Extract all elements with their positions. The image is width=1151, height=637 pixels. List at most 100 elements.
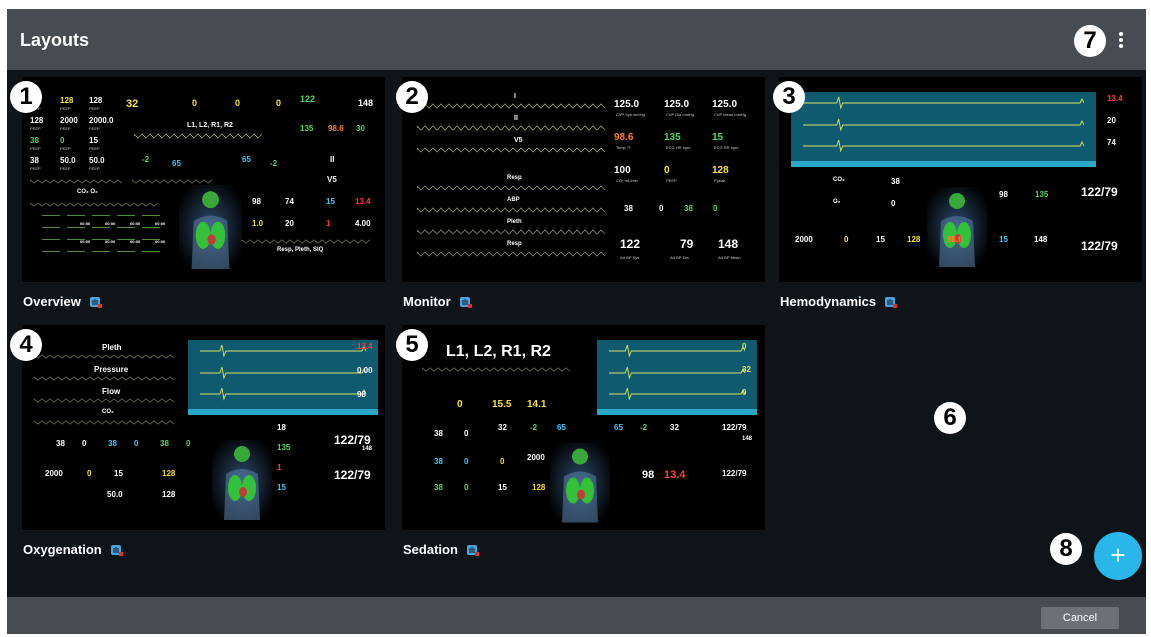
lead-label: V5 bbox=[514, 137, 523, 144]
vital-value: 15 bbox=[326, 197, 335, 206]
gas-label: CO₂ bbox=[833, 177, 845, 183]
vital-label: PEEP bbox=[60, 126, 71, 131]
waveform bbox=[417, 147, 606, 153]
lead-label: II bbox=[514, 115, 518, 122]
vital-label: Temp °F bbox=[616, 145, 631, 150]
vital-label: ECG RR bpm bbox=[714, 145, 739, 150]
vital-value: 15 bbox=[999, 235, 1008, 244]
vital-value: 98 bbox=[999, 190, 1008, 199]
table-line bbox=[142, 251, 160, 252]
lock-icon bbox=[884, 295, 898, 309]
vital-value: 0 bbox=[192, 98, 198, 108]
trend-waveform bbox=[200, 344, 366, 358]
vital-value: 135 bbox=[664, 132, 681, 143]
vital-label: CVP Sys mmHg bbox=[616, 112, 645, 117]
vital-value: 128 bbox=[712, 165, 729, 176]
vital-value: 0.00 bbox=[357, 366, 373, 375]
waveform bbox=[34, 398, 174, 403]
vital-value: 122/79 bbox=[722, 423, 747, 432]
vital-value: 2000.0 bbox=[89, 116, 114, 125]
vital-value: 128 bbox=[60, 96, 74, 105]
vital-value: 0 bbox=[134, 439, 139, 448]
vital-label: PEEP bbox=[89, 166, 100, 171]
scroll-bar bbox=[597, 409, 757, 415]
anatomy-icon bbox=[927, 187, 987, 267]
vital-value: 20 bbox=[285, 219, 294, 228]
layout-name: Sedation bbox=[403, 542, 458, 557]
vital-value: 32 bbox=[126, 98, 139, 110]
layout-card-hemodynamics[interactable]: 13.4 20 74 CO₂ O₂ 38 0 98 135 122/79 122/79 2000 0 15… bbox=[779, 77, 1142, 312]
waveform bbox=[417, 251, 606, 257]
table-line bbox=[142, 215, 160, 216]
bp-value: 122/79 bbox=[1081, 239, 1118, 253]
waveform bbox=[417, 125, 606, 131]
vital-label: Art BP Dia bbox=[670, 255, 689, 260]
table-line bbox=[117, 227, 135, 228]
vital-label: PEEP bbox=[60, 106, 71, 111]
layout-name: Monitor bbox=[403, 294, 451, 309]
vital-value: 0 bbox=[713, 204, 718, 213]
layout-card-monitor[interactable]: I II V5 Resp ABP Pleth Resp 125.0 CVP Sys mmHg 12… bbox=[402, 77, 765, 312]
scroll-bar bbox=[791, 161, 1096, 167]
table-line bbox=[92, 251, 110, 252]
vital-value: 38 bbox=[624, 204, 633, 213]
vital-value: 32 bbox=[670, 423, 679, 432]
layout-name: Oxygenation bbox=[23, 542, 102, 557]
table-line bbox=[92, 227, 110, 228]
vital-value: 0 bbox=[186, 439, 191, 448]
vital-label: Art BP Mean bbox=[718, 255, 741, 260]
vital-value: -2 bbox=[530, 423, 538, 432]
vital-value: 65 bbox=[242, 155, 251, 164]
lead-label: Resp, Pleth, SIQ bbox=[277, 247, 324, 253]
table-cell: 00:00 bbox=[130, 221, 141, 226]
table-line bbox=[92, 239, 110, 240]
trend-waveform bbox=[200, 366, 366, 380]
vital-value: 98.6 bbox=[947, 235, 963, 244]
table-line bbox=[67, 227, 85, 228]
table-line bbox=[117, 215, 135, 216]
vital-value: 38 bbox=[108, 439, 117, 448]
waveform bbox=[134, 133, 263, 139]
cancel-button[interactable]: Cancel bbox=[1041, 607, 1119, 629]
vital-label: PEEP bbox=[89, 146, 100, 151]
layouts-dialog: Layouts 0PEEP128PEEP128PEEP128PEEP2000PE… bbox=[7, 9, 1146, 634]
waveform bbox=[417, 185, 606, 191]
vital-value: 98.6 bbox=[614, 132, 634, 143]
vital-value: 18 bbox=[277, 423, 286, 432]
vital-value: 100 bbox=[614, 165, 631, 176]
table-cell: 00:00 bbox=[155, 221, 166, 226]
table-line bbox=[67, 239, 85, 240]
add-layout-button[interactable]: + bbox=[1094, 532, 1142, 580]
trend-waveform bbox=[609, 344, 745, 358]
vital-label: Ppeak bbox=[714, 178, 726, 183]
vital-value: 79 bbox=[680, 237, 694, 251]
vital-value: 13.4 bbox=[357, 342, 373, 351]
vital-value: 38 bbox=[684, 204, 693, 213]
trend-waveform bbox=[609, 366, 745, 380]
vital-value: 2000 bbox=[527, 453, 545, 462]
vital-value: 14.1 bbox=[527, 399, 547, 410]
vital-label: PEEP bbox=[30, 126, 41, 131]
table-line bbox=[117, 239, 135, 240]
layout-thumbnail-overview: 0PEEP128PEEP128PEEP128PEEP2000PEEP2000.0… bbox=[22, 77, 385, 282]
trend-waveform bbox=[200, 388, 366, 401]
table-line bbox=[92, 215, 110, 216]
layout-card-oxygenation[interactable]: Pleth Pressure Flow CO₂ 13.4 0.00 98 38 0 38 0 38 0 2… bbox=[22, 325, 385, 560]
vital-value: 0 bbox=[464, 457, 469, 466]
lead-label: Pressure bbox=[94, 365, 129, 374]
vital-value: 128 bbox=[162, 469, 176, 478]
vital-value: 38 bbox=[56, 439, 65, 448]
more-options-icon[interactable] bbox=[1116, 31, 1126, 51]
layout-card-sedation[interactable]: L1, L2, R1, R2 0 32 0 0 15.5 14.1 38 0 32 -2 65 65 -2… bbox=[402, 325, 765, 560]
lead-label: Resp bbox=[507, 175, 522, 181]
vital-value: 32 bbox=[742, 365, 751, 374]
lock-icon bbox=[89, 295, 103, 309]
vital-value: 2000 bbox=[45, 469, 63, 478]
lead-label: L1, L2, R1, R2 bbox=[446, 343, 551, 360]
vital-value: 2000 bbox=[795, 235, 813, 244]
vital-label: PEEP bbox=[30, 146, 41, 151]
vital-value: 0 bbox=[235, 98, 241, 108]
vital-value: 50.0 bbox=[89, 156, 105, 165]
layout-card-overview[interactable]: 0PEEP128PEEP128PEEP128PEEP2000PEEP2000.0… bbox=[22, 77, 385, 312]
vital-value: 98 bbox=[357, 390, 366, 399]
